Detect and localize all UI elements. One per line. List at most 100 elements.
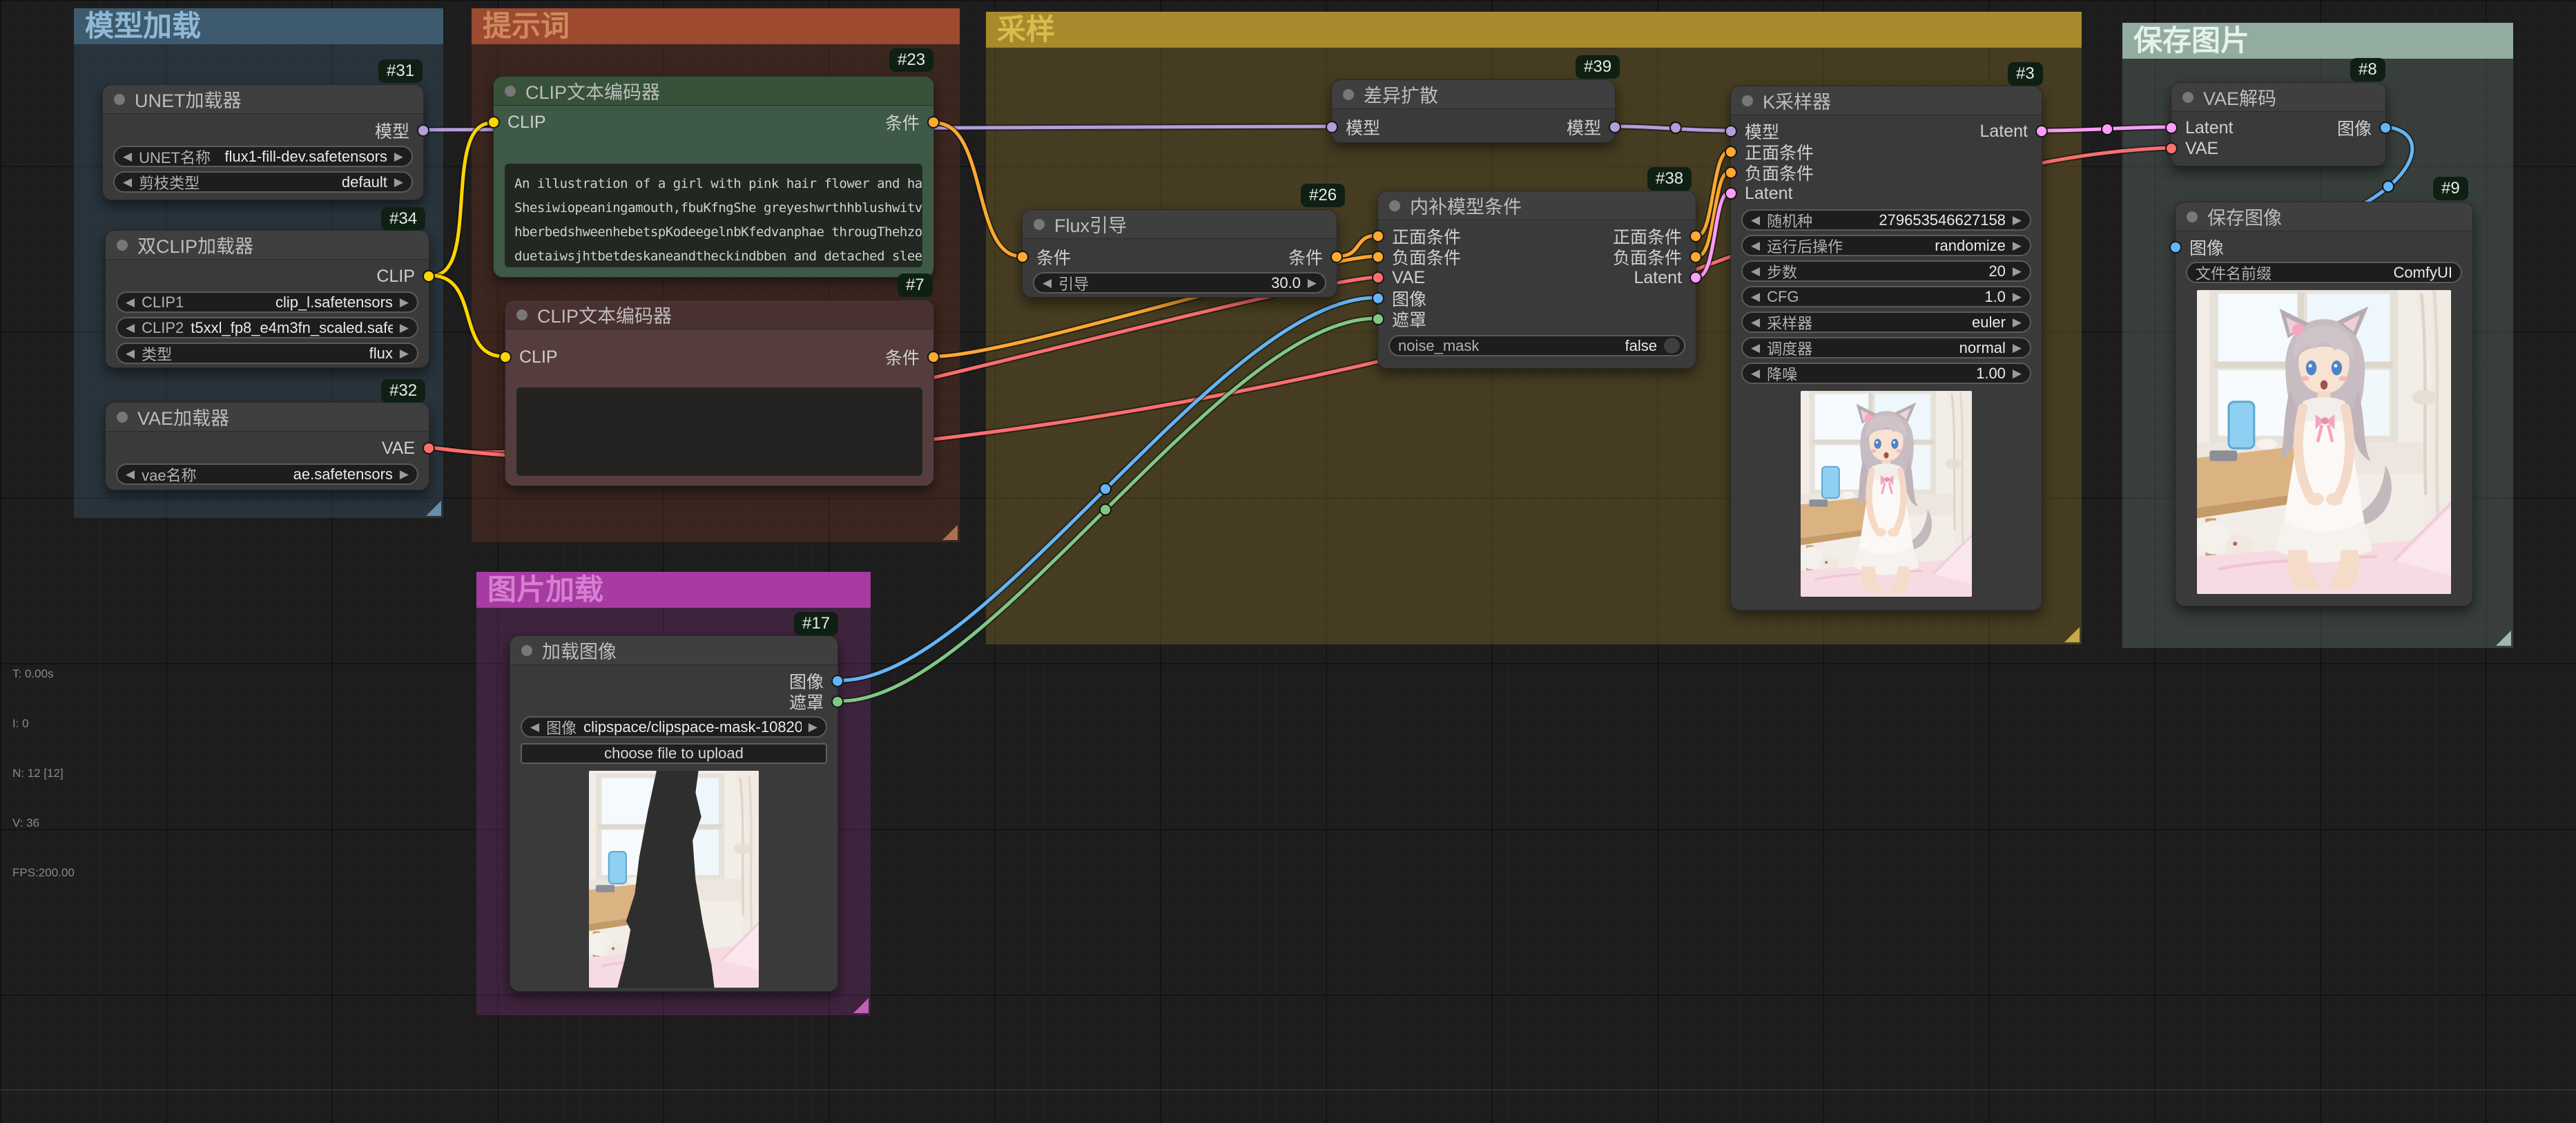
conditioning-output-port[interactable]: [1330, 251, 1343, 263]
node-vae-decode[interactable]: VAE解码 Latent 图像 VAE: [2171, 82, 2386, 166]
guidance-widget[interactable]: ◀ 引导 30.0 ▶: [1033, 272, 1326, 294]
conditioning-input-port[interactable]: [1016, 251, 1029, 263]
choose-file-button[interactable]: choose file to upload: [521, 743, 827, 764]
combo-prev-icon[interactable]: ◀: [1751, 316, 1760, 328]
group-image-load-title[interactable]: 图片加载: [476, 572, 871, 608]
denoise-widget[interactable]: ◀ 降噪 1.00 ▶: [1741, 363, 2031, 384]
combo-prev-icon[interactable]: ◀: [126, 468, 135, 480]
seed-widget[interactable]: ◀ 随机种 279653546627158 ▶: [1741, 209, 2031, 231]
combo-next-icon[interactable]: ▶: [808, 721, 817, 733]
prompt-textarea[interactable]: An illustration of a girl with pink hair…: [505, 164, 922, 267]
combo-next-icon[interactable]: ▶: [394, 176, 403, 188]
vae-input-port[interactable]: [1372, 271, 1384, 284]
conditioning-output-port[interactable]: [927, 116, 940, 128]
toggle-knob-icon[interactable]: [1664, 338, 1680, 354]
clip-output-port[interactable]: [423, 270, 435, 282]
node-clip-text-encode-negative[interactable]: CLIP文本编码器 CLIP 条件: [505, 300, 934, 486]
group-save-image-title[interactable]: 保存图片: [2122, 23, 2513, 59]
sampler-widget[interactable]: ◀ 采样器 euler ▶: [1741, 311, 2031, 333]
combo-prev-icon[interactable]: ◀: [1043, 277, 1052, 289]
cfg-widget[interactable]: ◀ CFG 1.0 ▶: [1741, 286, 2031, 307]
filename-prefix-field[interactable]: 文件名前缀 ComfyUI: [2186, 262, 2462, 283]
combo-prev-icon[interactable]: ◀: [1751, 265, 1760, 277]
vae-input-port[interactable]: [2165, 142, 2178, 155]
conditioning-input-port[interactable]: [1372, 251, 1384, 263]
seed-control-widget[interactable]: ◀ 运行后操作 randomize ▶: [1741, 235, 2031, 256]
workflow-canvas[interactable]: 模型加载 提示词 采样 保存图片 图片加载: [0, 0, 2576, 1123]
combo-next-icon[interactable]: ▶: [2013, 214, 2022, 226]
node-save-image[interactable]: 保存图像 图像 文件名前缀 ComfyUI: [2175, 202, 2473, 606]
node-load-image[interactable]: 加载图像 图像 遮罩 ◀ 图像 clipspace/clipspace-mask…: [510, 635, 838, 992]
combo-prev-icon[interactable]: ◀: [123, 176, 132, 188]
combo-prev-icon[interactable]: ◀: [126, 347, 135, 359]
node-vae-loader[interactable]: VAE加载器 VAE ◀ vae名称 ae.safetensors ▶: [105, 402, 429, 490]
combo-next-icon[interactable]: ▶: [400, 322, 409, 334]
combo-next-icon[interactable]: ▶: [2013, 316, 2022, 328]
steps-widget[interactable]: ◀ 步数 20 ▶: [1741, 260, 2031, 282]
model-input-port[interactable]: [1725, 125, 1737, 137]
clip-input-port[interactable]: [487, 116, 500, 128]
model-output-port[interactable]: [1609, 121, 1621, 133]
combo-next-icon[interactable]: ▶: [400, 468, 409, 480]
mask-input-port[interactable]: [1372, 313, 1384, 325]
vae-output-port[interactable]: [423, 442, 435, 454]
combo-prev-icon[interactable]: ◀: [530, 721, 539, 733]
node-unet-loader[interactable]: UNET加载器 模型 ◀ UNET名称 flux1-fill-dev.safet…: [102, 84, 424, 200]
conditioning-input-port[interactable]: [1372, 230, 1384, 242]
image-input-port[interactable]: [1372, 292, 1384, 305]
latent-input-port[interactable]: [2165, 122, 2178, 134]
unet-name-widget[interactable]: ◀ UNET名称 flux1-fill-dev.safetensors ▶: [113, 146, 413, 167]
scheduler-widget[interactable]: ◀ 调度器 normal ▶: [1741, 337, 2031, 358]
model-output-port[interactable]: [417, 124, 429, 137]
latent-output-port[interactable]: [1689, 271, 1702, 284]
model-input-port[interactable]: [1326, 121, 1338, 133]
combo-prev-icon[interactable]: ◀: [123, 151, 132, 162]
combo-prev-icon[interactable]: ◀: [1751, 291, 1760, 303]
combo-prev-icon[interactable]: ◀: [1751, 367, 1760, 379]
conditioning-output-port[interactable]: [1689, 230, 1702, 242]
node-inpaint-model-conditioning[interactable]: 内补模型条件 正面条件 正面条件 负面条件 负面条件 VAE Latent: [1377, 191, 1696, 369]
vae-name-widget[interactable]: ◀ vae名称 ae.safetensors ▶: [116, 463, 418, 485]
clip-input-port[interactable]: [499, 351, 512, 363]
image-output-port[interactable]: [831, 675, 844, 687]
clip-type-widget[interactable]: ◀ 类型 flux ▶: [116, 343, 418, 364]
combo-next-icon[interactable]: ▶: [2013, 240, 2022, 251]
node-differential-diffusion[interactable]: 差异扩散 模型 模型: [1331, 79, 1616, 143]
combo-prev-icon[interactable]: ◀: [126, 296, 135, 308]
node-ksampler[interactable]: K采样器 模型 Latent 正面条件 负面条件 Latent: [1730, 86, 2042, 611]
node-clip-text-encode-positive[interactable]: CLIP文本编码器 CLIP 条件 An illustration of a g…: [493, 76, 934, 278]
clip2-widget[interactable]: ◀ CLIP2 t5xxl_fp8_e4m3fn_scaled.safete..…: [116, 317, 418, 338]
weight-dtype-widget[interactable]: ◀ 剪枝类型 default ▶: [113, 171, 413, 193]
mask-output-port[interactable]: [831, 695, 844, 708]
node-dual-clip-loader[interactable]: 双CLIP加载器 CLIP ◀ CLIP1 clip_l.safetensors…: [105, 230, 429, 368]
combo-next-icon[interactable]: ▶: [2013, 265, 2022, 277]
combo-prev-icon[interactable]: ◀: [1751, 342, 1760, 354]
image-file-widget[interactable]: ◀ 图像 clipspace/clipspace-mask-10820... ▶: [521, 716, 827, 738]
prompt-textarea[interactable]: [516, 387, 922, 476]
combo-prev-icon[interactable]: ◀: [126, 322, 135, 334]
combo-prev-icon[interactable]: ◀: [1751, 240, 1760, 251]
node-flux-guidance[interactable]: Flux引导 条件 条件 ◀ 引导 30.0 ▶: [1022, 209, 1337, 298]
noise-mask-toggle[interactable]: noise_mask false: [1388, 335, 1685, 356]
combo-next-icon[interactable]: ▶: [2013, 367, 2022, 379]
conditioning-input-port[interactable]: [1725, 146, 1737, 158]
combo-prev-icon[interactable]: ◀: [1751, 214, 1760, 226]
combo-next-icon[interactable]: ▶: [394, 151, 403, 162]
group-sampling-title[interactable]: 采样: [986, 12, 2082, 48]
latent-output-port[interactable]: [2035, 125, 2048, 137]
combo-next-icon[interactable]: ▶: [2013, 342, 2022, 354]
image-output-port[interactable]: [2379, 122, 2392, 134]
image-input-port[interactable]: [2169, 241, 2182, 253]
latent-input-port[interactable]: [1725, 187, 1737, 200]
combo-next-icon[interactable]: ▶: [2013, 291, 2022, 303]
combo-next-icon[interactable]: ▶: [400, 347, 409, 359]
conditioning-input-port[interactable]: [1725, 166, 1737, 179]
node-status-dot: [1034, 219, 1045, 230]
conditioning-output-port[interactable]: [927, 351, 940, 363]
combo-next-icon[interactable]: ▶: [1308, 277, 1317, 289]
clip1-widget[interactable]: ◀ CLIP1 clip_l.safetensors ▶: [116, 291, 418, 313]
group-prompt-title[interactable]: 提示词: [472, 8, 960, 44]
group-model-load-title[interactable]: 模型加载: [74, 8, 443, 44]
combo-next-icon[interactable]: ▶: [400, 296, 409, 308]
conditioning-output-port[interactable]: [1689, 251, 1702, 263]
